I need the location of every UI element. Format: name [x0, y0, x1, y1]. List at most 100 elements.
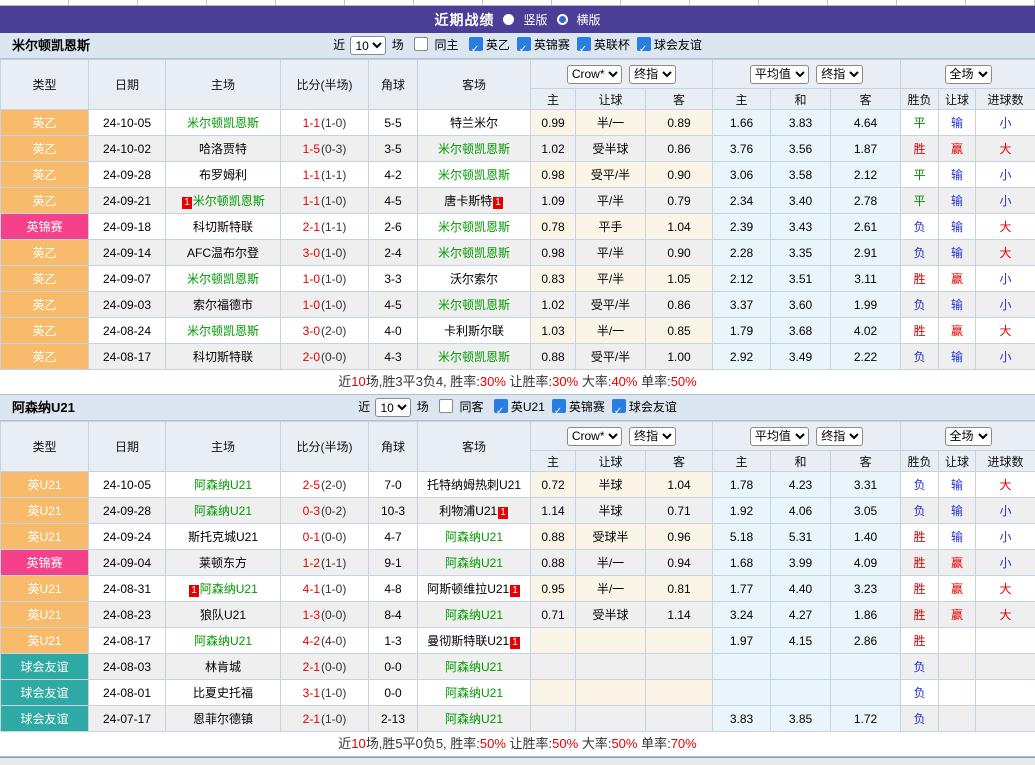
corners-cell: 8-4 — [369, 602, 418, 628]
score-cell[interactable]: 0-3(0-2) — [281, 498, 369, 524]
home-team-name[interactable]: 阿森纳U21 — [200, 582, 258, 596]
home-team-name[interactable]: 科切斯特联 — [193, 350, 253, 364]
avg-home-odds: 1.68 — [713, 550, 771, 576]
home-team-name[interactable]: 米尔顿凯恩斯 — [193, 194, 265, 208]
recent-count-select[interactable]: 10 — [375, 398, 411, 417]
away-team-name[interactable]: 卡利斯尔联 — [444, 324, 504, 338]
radio-horizontal-layout[interactable] — [557, 14, 568, 25]
avg-draw-odds: 3.58 — [771, 162, 831, 188]
away-team-name[interactable]: 唐卡斯特 — [444, 194, 492, 208]
score-cell[interactable]: 1-0(1-0) — [281, 292, 369, 318]
away-team-name[interactable]: 阿森纳U21 — [445, 608, 503, 622]
home-team-name[interactable]: 阿森纳U21 — [194, 634, 252, 648]
halftime-score: (4-0) — [321, 634, 346, 648]
away-team-name[interactable]: 利物浦U21 — [439, 504, 497, 518]
league-checkbox[interactable] — [494, 399, 508, 413]
home-team-name[interactable]: 米尔顿凯恩斯 — [187, 272, 259, 286]
away-team-name[interactable]: 米尔顿凯恩斯 — [438, 142, 510, 156]
score-cell[interactable]: 3-0(2-0) — [281, 318, 369, 344]
league-checkbox[interactable] — [612, 399, 626, 413]
score-cell[interactable]: 1-5(0-3) — [281, 136, 369, 162]
result-outcome: 胜 — [901, 576, 939, 602]
home-team-name[interactable]: 布罗姆利 — [199, 168, 247, 182]
away-team-name[interactable]: 阿森纳U21 — [445, 686, 503, 700]
handicap-away-odds: 0.96 — [646, 524, 713, 550]
away-team-name[interactable]: 沃尔索尔 — [450, 272, 498, 286]
home-team-name[interactable]: 莱顿东方 — [199, 556, 247, 570]
score-cell[interactable]: 1-1(1-1) — [281, 162, 369, 188]
avg-away-odds: 3.31 — [831, 472, 901, 498]
home-team-name[interactable]: 比夏史托福 — [193, 686, 253, 700]
score-cell[interactable]: 1-1(1-0) — [281, 110, 369, 136]
home-team-name[interactable]: 科切斯特联 — [193, 220, 253, 234]
avg-away-odds: 4.02 — [831, 318, 901, 344]
final-odds-select[interactable]: 终指 — [629, 427, 676, 446]
score-cell[interactable]: 2-1(0-0) — [281, 654, 369, 680]
result-text: 负 — [914, 686, 926, 700]
final-odds-select-2[interactable]: 终指 — [816, 427, 863, 446]
score-cell[interactable]: 2-1(1-1) — [281, 214, 369, 240]
away-team-name[interactable]: 阿森纳U21 — [445, 660, 503, 674]
final-odds-select[interactable]: 终指 — [629, 65, 676, 84]
home-team-name[interactable]: 斯托克城U21 — [188, 530, 258, 544]
scope-select[interactable]: 全场 — [945, 65, 992, 84]
bookmaker-select[interactable]: Crow* — [567, 65, 622, 84]
average-select[interactable]: 平均值 — [750, 427, 809, 446]
away-team-name[interactable]: 阿斯顿维拉U21 — [427, 582, 509, 596]
away-team-name[interactable]: 米尔顿凯恩斯 — [438, 246, 510, 260]
score-cell[interactable]: 1-3(0-0) — [281, 602, 369, 628]
league-filter-group: 英U21英锦赛球会友谊 — [487, 400, 677, 414]
same-venue-checkbox[interactable] — [414, 37, 428, 51]
home-team-name[interactable]: 阿森纳U21 — [194, 504, 252, 518]
away-team-cell: 阿森纳U21 — [418, 654, 531, 680]
summary-segment: 场,胜5平0负5, — [366, 736, 451, 751]
result-outcome: 胜 — [901, 136, 939, 162]
score-cell[interactable]: 2-5(2-0) — [281, 472, 369, 498]
score-cell[interactable]: 0-1(0-0) — [281, 524, 369, 550]
score-cell[interactable]: 2-1(1-0) — [281, 706, 369, 732]
home-team-name[interactable]: 米尔顿凯恩斯 — [187, 324, 259, 338]
score-cell[interactable]: 2-0(0-0) — [281, 344, 369, 370]
away-team-name[interactable]: 曼彻斯特联U21 — [427, 634, 509, 648]
result-text: 赢 — [951, 582, 963, 596]
score-cell[interactable]: 3-0(1-0) — [281, 240, 369, 266]
radio-vertical-layout[interactable] — [503, 14, 514, 25]
score-cell[interactable]: 4-1(1-0) — [281, 576, 369, 602]
bookmaker-select[interactable]: Crow* — [567, 427, 622, 446]
scope-select[interactable]: 全场 — [945, 427, 992, 446]
section1-filter-row: 米尔顿凯恩斯 近 10 场 同主 英乙英锦赛英联杯球会友谊 — [0, 33, 1035, 59]
home-team-name[interactable]: 林肯城 — [205, 660, 241, 674]
league-badge: 英U21 — [1, 472, 89, 498]
same-venue-checkbox[interactable] — [439, 399, 453, 413]
average-select[interactable]: 平均值 — [750, 65, 809, 84]
recent-count-select[interactable]: 10 — [350, 36, 386, 55]
score-cell[interactable]: 1-1(1-0) — [281, 188, 369, 214]
league-checkbox[interactable] — [469, 37, 483, 51]
away-team-name[interactable]: 米尔顿凯恩斯 — [438, 220, 510, 234]
home-team-name[interactable]: 恩菲尔德镇 — [193, 712, 253, 726]
col-type: 类型 — [1, 422, 89, 472]
away-team-name[interactable]: 米尔顿凯恩斯 — [438, 350, 510, 364]
away-team-name[interactable]: 托特纳姆热刺U21 — [427, 478, 521, 492]
league-checkbox[interactable] — [552, 399, 566, 413]
home-team-name[interactable]: 狼队U21 — [200, 608, 246, 622]
score-cell[interactable]: 1-0(1-0) — [281, 266, 369, 292]
home-team-name[interactable]: 阿森纳U21 — [194, 478, 252, 492]
away-team-name[interactable]: 特兰米尔 — [450, 116, 498, 130]
league-checkbox[interactable] — [577, 37, 591, 51]
score-cell[interactable]: 4-2(4-0) — [281, 628, 369, 654]
home-team-name[interactable]: 哈洛贾特 — [199, 142, 247, 156]
away-team-name[interactable]: 阿森纳U21 — [445, 712, 503, 726]
away-team-name[interactable]: 阿森纳U21 — [445, 556, 503, 570]
away-team-name[interactable]: 米尔顿凯恩斯 — [438, 168, 510, 182]
away-team-name[interactable]: 阿森纳U21 — [445, 530, 503, 544]
home-team-name[interactable]: 米尔顿凯恩斯 — [187, 116, 259, 130]
final-odds-select-2[interactable]: 终指 — [816, 65, 863, 84]
league-checkbox[interactable] — [637, 37, 651, 51]
home-team-name[interactable]: AFC温布尔登 — [187, 246, 259, 260]
score-cell[interactable]: 1-2(1-1) — [281, 550, 369, 576]
league-checkbox[interactable] — [517, 37, 531, 51]
away-team-name[interactable]: 米尔顿凯恩斯 — [438, 298, 510, 312]
home-team-name[interactable]: 索尔福德市 — [193, 298, 253, 312]
score-cell[interactable]: 3-1(1-0) — [281, 680, 369, 706]
